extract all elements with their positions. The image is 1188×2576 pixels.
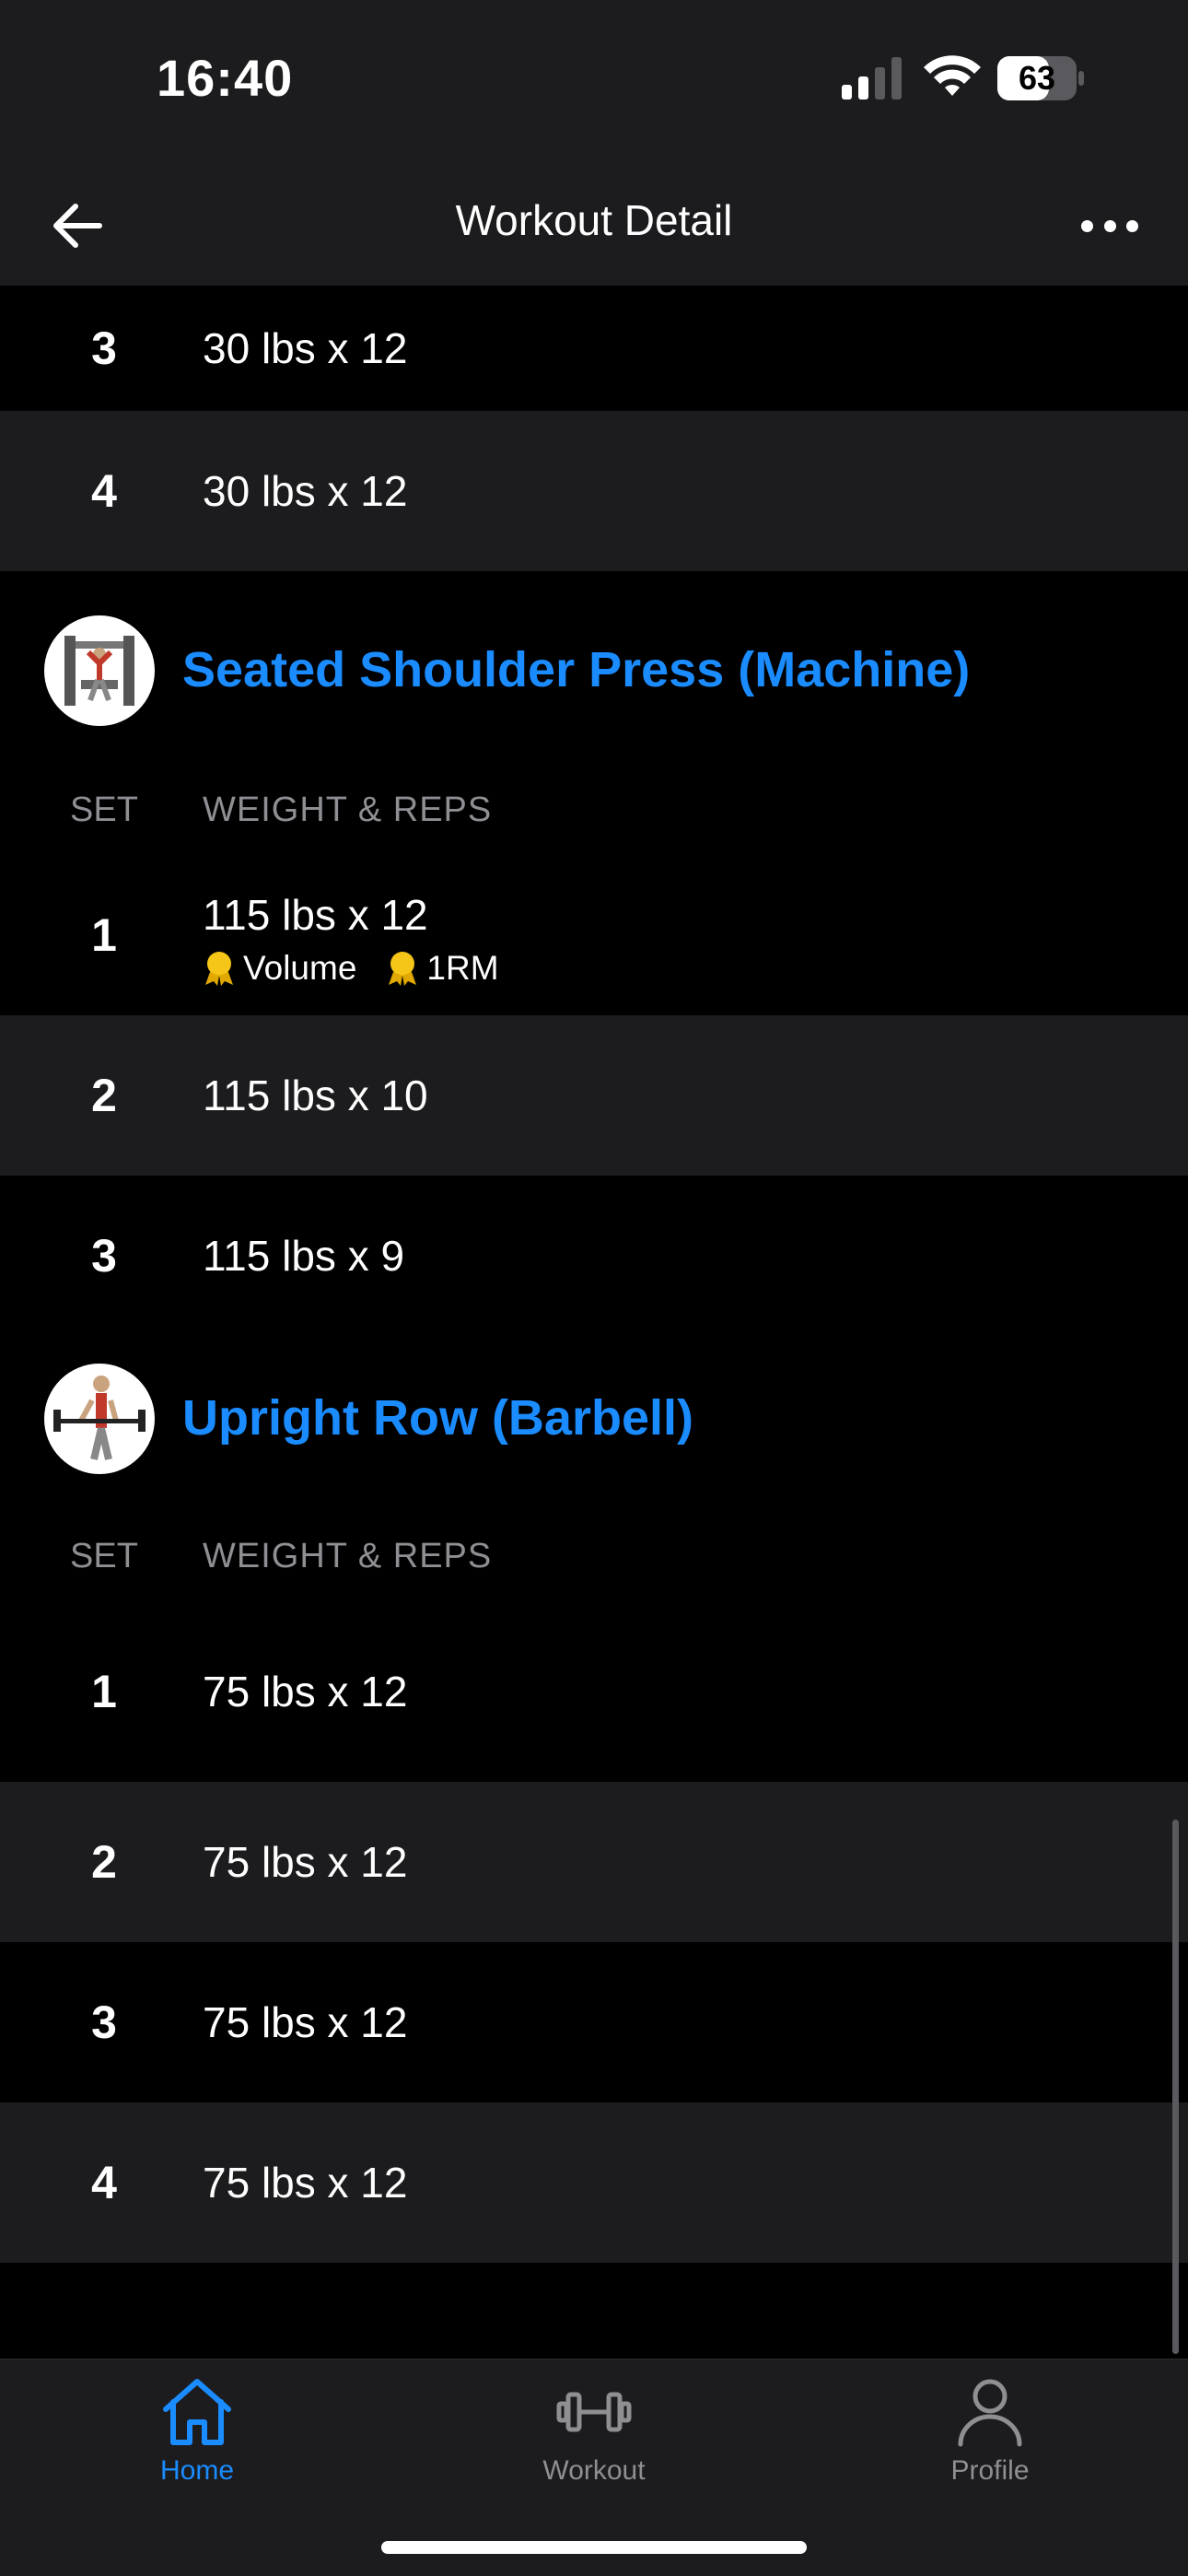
set-weight-reps: 75 lbs x 12 [203,1998,408,2046]
status-bar: 16:40 63 [0,0,1188,157]
column-header: SET WEIGHT & REPS [0,765,1188,855]
set-weight-reps: 115 lbs x 12 [203,891,428,939]
column-header: SET WEIGHT & REPS [0,1511,1188,1601]
medal-icon [205,952,233,986]
column-weight-reps-label: WEIGHT & REPS [203,1536,493,1575]
set-weight-reps: 30 lbs x 12 [203,324,408,372]
more-options-icon[interactable] [1077,193,1142,258]
set-number: 4 [91,465,117,517]
set-row: 3 115 lbs x 9 [0,1176,1188,1336]
dumbbell-icon [556,2392,632,2432]
column-set-label: SET [70,790,138,829]
exercise-header[interactable]: Upright Row (Barbell) [0,1336,1188,1511]
scrollbar[interactable] [1172,1820,1179,2354]
status-time: 16:40 [157,49,294,107]
exercise-name[interactable]: Upright Row (Barbell) [182,1389,693,1446]
screen: 16:40 63 Workout Detail 3 30 lbs x 12 4 … [0,0,1188,2576]
set-number: 4 [91,2157,117,2208]
upright-row-barbell-icon [53,1376,146,1460]
set-number: 2 [91,1836,117,1888]
medal-icon [389,952,417,986]
exercise-thumbnail[interactable] [44,1364,155,1474]
column-weight-reps-label: WEIGHT & REPS [203,790,493,829]
set-number: 2 [91,1070,117,1121]
tab-home[interactable]: Home [77,2374,317,2487]
battery-level: 63 [1018,59,1056,97]
wifi-icon [924,55,981,96]
exercise-thumbnail[interactable] [44,615,155,726]
set-row: 1 75 lbs x 12 [0,1601,1188,1782]
pr-badge: Volume [203,949,356,988]
set-number: 1 [91,1666,117,1717]
page-title: Workout Detail [455,196,733,244]
set-row: 3 75 lbs x 12 [0,1942,1188,2102]
set-number: 3 [91,1996,117,2048]
tab-workout[interactable]: Workout [474,2374,714,2487]
set-number: 3 [91,1230,117,1282]
person-icon [958,2379,1022,2447]
tab-label: Workout [542,2455,646,2486]
set-weight-reps: 115 lbs x 9 [203,1232,405,1280]
pr-badge-label: Volume [243,949,357,987]
set-weight-reps: 30 lbs x 12 [203,467,408,515]
set-number: 3 [91,322,117,374]
set-weight-reps: 75 lbs x 12 [203,2159,408,2207]
set-weight-reps: 115 lbs x 10 [203,1071,428,1119]
set-row: 3 30 lbs x 12 [0,286,1188,411]
column-set-label: SET [70,1536,138,1575]
home-icon [163,2379,231,2445]
pr-badge: 1RM [386,949,499,988]
nav-header: Workout Detail [0,157,1188,286]
set-row: 2 75 lbs x 12 [0,1782,1188,1942]
set-weight-reps: 75 lbs x 12 [203,1838,408,1886]
cellular-signal-icon [842,57,902,100]
home-indicator[interactable] [381,2541,807,2554]
tab-label: Home [159,2455,235,2486]
tab-profile[interactable]: Profile [870,2374,1110,2487]
exercise-name[interactable]: Seated Shoulder Press (Machine) [182,641,970,698]
tab-label: Profile [950,2455,1030,2486]
set-weight-reps: 75 lbs x 12 [203,1668,408,1715]
set-row: 4 30 lbs x 12 [0,411,1188,571]
set-row: 2 115 lbs x 10 [0,1015,1188,1176]
set-row: 4 75 lbs x 12 [0,2102,1188,2263]
set-row: 1 115 lbs x 12 Volume 1RM [0,855,1188,1015]
shoulder-press-machine-icon [64,636,134,706]
set-number: 1 [91,909,117,961]
workout-content[interactable]: 3 30 lbs x 12 4 30 lbs x 12 Seated Shoul… [0,286,1188,2359]
exercise-header[interactable]: Seated Shoulder Press (Machine) [0,571,1188,765]
pr-badges: Volume 1RM [203,949,529,988]
pr-badge-label: 1RM [426,949,499,987]
